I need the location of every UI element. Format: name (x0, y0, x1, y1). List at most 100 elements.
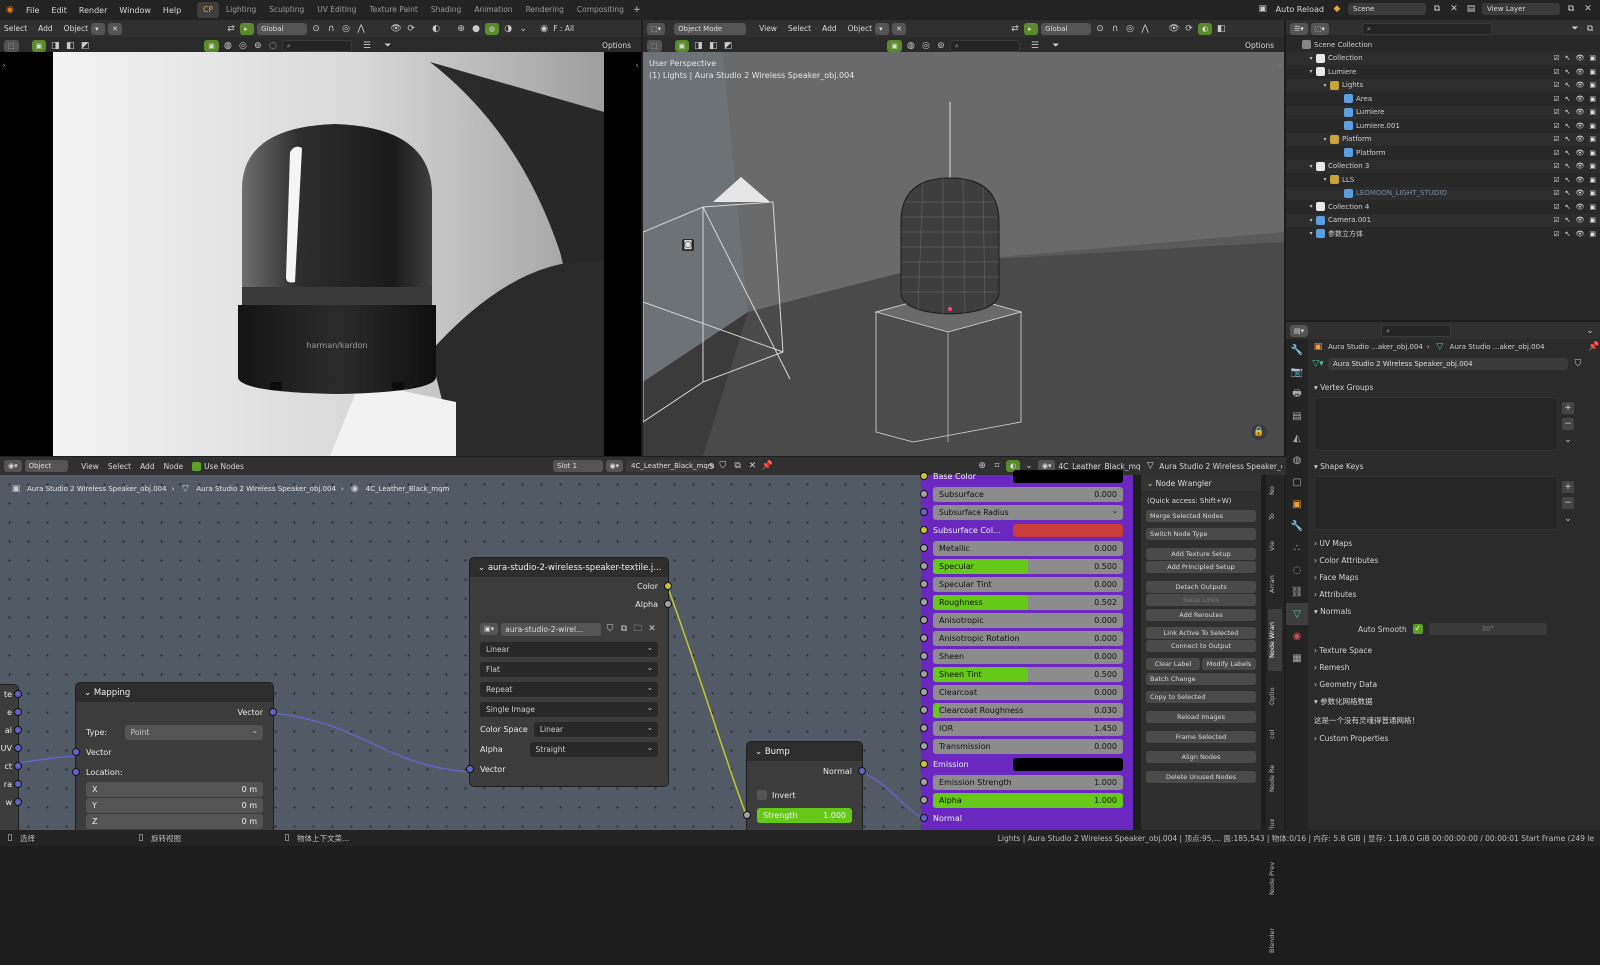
outliner-row[interactable]: ▾ Camera.001 ☑ ↖ 👁 ▣ (1286, 213, 1600, 227)
eye-icon[interactable]: 👁 (1575, 95, 1584, 103)
vp-select-extend-icon[interactable]: ◨ (692, 40, 704, 52)
texture-tab-icon[interactable]: ▦ (1286, 647, 1308, 669)
principled-color-swatch[interactable] (1013, 469, 1123, 483)
eye-icon[interactable]: 👁 (1575, 68, 1584, 76)
sidebar-tab[interactable]: Node Re (1268, 753, 1282, 803)
left-select-subtract-icon[interactable]: ◧ (64, 40, 76, 52)
vp-pivot-icon[interactable]: ⊙ (1094, 23, 1106, 35)
tex-coord-output-socket[interactable] (14, 690, 22, 698)
vertex-groups-section[interactable]: ▾ Vertex Groups (1308, 379, 1600, 396)
sidebar-tab[interactable]: col (1268, 721, 1282, 747)
right-collapse-arrow-icon[interactable]: ‹ (631, 60, 641, 72)
texture-coordinate-node-partial[interactable]: te e al UV ct ra w (0, 685, 22, 830)
principled-value-field[interactable]: Anisotropic 0.000 (933, 612, 1123, 628)
attributes-section[interactable]: › Attributes (1308, 586, 1600, 603)
add-workspace-icon[interactable]: + (631, 4, 643, 16)
select-arrow-icon[interactable]: ↖ (1565, 81, 1571, 89)
checkbox-icon[interactable]: ☑ (1553, 149, 1559, 157)
checkbox-icon[interactable]: ☑ (1553, 203, 1559, 211)
left-visibility-icon[interactable]: 👁 (390, 23, 402, 35)
alpha-mode-dropdown[interactable]: Straight (529, 740, 658, 757)
bump-normal-out-socket[interactable] (858, 767, 866, 775)
principled-input-socket[interactable] (920, 778, 928, 786)
principled-value-field[interactable]: Clearcoat Roughness 0.030 (933, 702, 1123, 718)
select-arrow-icon[interactable]: ↖ (1565, 122, 1571, 130)
tab-cp[interactable]: CP (197, 2, 219, 18)
add-reroutes-button[interactable]: Add Reroutes (1146, 609, 1256, 621)
camera-icon[interactable]: ▣ (1589, 176, 1596, 184)
view-layer-selector[interactable]: View Layer (1482, 3, 1560, 15)
sidebar-tab[interactable]: Optio (1268, 677, 1282, 715)
left-cursor-button[interactable]: ✕ (108, 22, 123, 35)
principled-color-swatch[interactable] (1013, 757, 1123, 771)
left-shading-options-icon[interactable]: ⌄ (517, 23, 529, 35)
viewport-collapse-icon[interactable]: ‹ (1274, 60, 1284, 72)
vp-mode-icon-4[interactable]: ⊚ (935, 40, 947, 52)
color-attributes-section[interactable]: › Color Attributes (1308, 552, 1600, 569)
vp-visibility-icon[interactable]: 👁 (1168, 23, 1180, 35)
checkbox-icon[interactable]: ☑ (1553, 162, 1559, 170)
principled-color-swatch[interactable] (1013, 523, 1123, 537)
left-mode-icon-2[interactable]: ◍ (222, 40, 234, 52)
vp-search-field[interactable]: ⌕ (949, 39, 1020, 52)
principled-input-socket[interactable] (920, 490, 928, 498)
image-texture-node-header[interactable]: ⌄ aura-studio-2-wireless-speaker-textile… (470, 558, 668, 577)
scene-tab-icon[interactable]: ◭ (1286, 427, 1308, 449)
color-space-dropdown[interactable]: Linear (533, 720, 658, 737)
mapping-node[interactable]: ⌄ Mapping Vector Type: Point Vector Loca… (72, 683, 277, 830)
vp-tool-select-button[interactable]: ⬚ (647, 39, 662, 52)
camera-icon[interactable]: ▣ (1589, 135, 1596, 143)
slot-dropdown[interactable]: Slot 1 (552, 460, 603, 472)
camera-icon[interactable]: ▣ (1589, 203, 1596, 211)
left-search-field[interactable]: ⌕ (281, 39, 352, 52)
sidebar-tab[interactable]: Node Wran (1268, 609, 1282, 671)
principled-value-field[interactable]: Sheen Tint 0.500 (933, 666, 1123, 682)
vg-remove-icon[interactable]: − (1562, 418, 1574, 430)
outliner-search-field[interactable]: ⌕ (1361, 22, 1492, 35)
reload-images-button[interactable]: Reload Images (1146, 711, 1256, 723)
face-maps-section[interactable]: › Face Maps (1308, 569, 1600, 586)
sidebar-tab[interactable]: Blender (1268, 915, 1282, 965)
mapping-type-dropdown[interactable]: Point (124, 723, 263, 740)
tab-lighting[interactable]: Lighting (220, 2, 262, 18)
select-arrow-icon[interactable]: ↖ (1565, 176, 1571, 184)
vp-mode-icon-2[interactable]: ◍ (905, 40, 917, 52)
vp-options-button[interactable]: Options (1245, 41, 1274, 50)
select-arrow-icon[interactable]: ↖ (1565, 68, 1571, 76)
blender-logo-icon[interactable]: ◉ (4, 4, 16, 16)
outliner-row[interactable]: ▾ Platform ☑ ↖ 👁 ▣ (1286, 132, 1600, 146)
vp-view-menu[interactable]: View (759, 24, 777, 33)
menu-file[interactable]: File (20, 6, 45, 15)
projection-dropdown[interactable]: Flat (480, 660, 658, 677)
expand-arrow-icon[interactable]: ▾ (1306, 230, 1316, 237)
shape-keys-listbox[interactable] (1314, 476, 1558, 530)
select-arrow-icon[interactable]: ↖ (1565, 230, 1571, 238)
view-layer-tab-icon[interactable]: ▤ (1286, 405, 1308, 427)
outliner-display-mode-button[interactable]: ⬚▾ (1310, 22, 1329, 35)
camera-icon[interactable]: ▣ (1589, 216, 1596, 224)
outliner-row[interactable]: Area ☑ ↖ 👁 ▣ (1286, 92, 1600, 106)
uv-maps-section[interactable]: › UV Maps (1308, 535, 1600, 552)
image-color-socket[interactable] (664, 582, 672, 590)
collection-tab-icon[interactable]: ▢ (1286, 471, 1308, 493)
image-vector-socket[interactable] (466, 765, 474, 773)
eye-icon[interactable]: 👁 (1575, 203, 1584, 211)
camera-icon[interactable]: ▣ (1589, 230, 1596, 238)
vp-magnet-icon[interactable]: ∩ (1109, 23, 1121, 35)
tex-coord-output-socket[interactable] (14, 762, 22, 770)
menu-window[interactable]: Window (113, 6, 157, 15)
outliner-row[interactable]: Platform ☑ ↖ 👁 ▣ (1286, 146, 1600, 160)
select-arrow-icon[interactable]: ↖ (1565, 54, 1571, 62)
outliner-row[interactable]: ▾ Lights ☑ ↖ 👁 ▣ (1286, 78, 1600, 92)
left-material-shading-button[interactable]: ◍ (485, 22, 500, 35)
detach-outputs-button[interactable]: Detach Outputs (1146, 581, 1256, 593)
shape-keys-section[interactable]: ▾ Shape Keys (1308, 458, 1600, 475)
copy-scene-icon[interactable]: ⧉ (1431, 3, 1443, 15)
tex-coord-output-socket[interactable] (14, 744, 22, 752)
param-mesh-section[interactable]: ▾ 参数化网格数据 (1308, 693, 1600, 710)
left-f-all-label[interactable]: F : All (553, 24, 574, 33)
switch-node-type-button[interactable]: Switch Node Type (1146, 528, 1256, 540)
outliner-editor-type-button[interactable]: ☰▾ (1290, 22, 1308, 35)
eye-icon[interactable]: 👁 (1575, 108, 1584, 116)
delete-layer-icon[interactable]: ✕ (1582, 3, 1594, 15)
